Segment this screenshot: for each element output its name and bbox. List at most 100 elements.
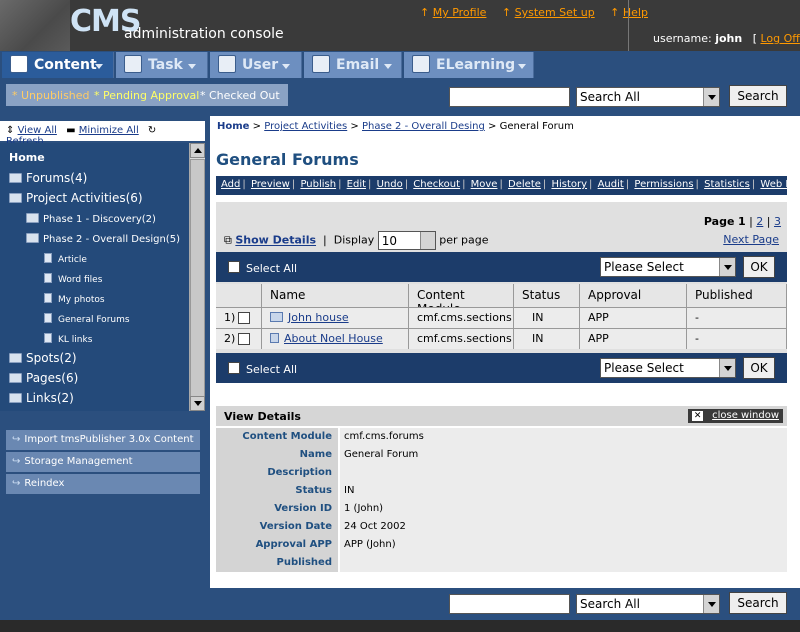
folder-open-icon [26, 213, 39, 223]
filter-unpublished[interactable]: * Unpublished [12, 89, 90, 102]
content-icon [10, 55, 28, 73]
action-delete[interactable]: Delete [508, 179, 541, 190]
tree-item-links[interactable]: Links(2) [9, 391, 74, 405]
scroll-up-icon[interactable] [190, 143, 205, 158]
col-content-module[interactable]: Content Module [409, 284, 514, 316]
tab-user[interactable]: User [210, 52, 302, 78]
minimize-all-link[interactable]: Minimize All [79, 125, 139, 136]
import-tmspublisher-button[interactable]: ↪ Import tmsPublisher 3.0x Content [6, 430, 200, 450]
search-button[interactable]: Search [729, 85, 787, 107]
display-count-select[interactable]: 10 [377, 231, 436, 250]
tab-elearning[interactable]: ELearning [404, 52, 534, 78]
filter-checked-out[interactable]: * Checked Out [200, 89, 280, 102]
tab-task[interactable]: Task [116, 52, 208, 78]
top-links: ↑ My Profile ↑ System Set up ↑ Help [420, 6, 648, 19]
breadcrumb-phase-2[interactable]: Phase 2 - Overall Desing [362, 121, 485, 132]
action-edit[interactable]: Edit [347, 179, 366, 190]
row-approval: APP [580, 307, 687, 328]
chevron-down-icon [518, 64, 526, 69]
page-link-3[interactable]: 3 [774, 215, 781, 228]
page-link-2[interactable]: 2 [756, 215, 763, 228]
tree-item-home[interactable]: Home [9, 151, 45, 164]
system-setup-link[interactable]: System Set up [515, 6, 595, 19]
action-add[interactable]: Add [221, 179, 240, 190]
breadcrumb-home[interactable]: Home [217, 121, 249, 132]
username: john [715, 32, 743, 45]
action-preview[interactable]: Preview [251, 179, 290, 190]
close-window-link[interactable]: close window [712, 410, 779, 421]
tree-item-kl-links[interactable]: KL links [44, 333, 92, 345]
bulk-ok-button[interactable]: OK [743, 357, 775, 379]
tree-item-project-activities[interactable]: Project Activities(6) [9, 191, 143, 205]
col-status[interactable]: Status [514, 284, 580, 307]
page-label: Page [703, 215, 735, 228]
chevron-down-icon [703, 595, 719, 613]
tree-item-phase-2[interactable]: Phase 2 - Overall Design(5) [26, 233, 180, 245]
detail-label: Approval APP [216, 536, 340, 554]
tree-item-word-files[interactable]: Word files [44, 273, 102, 285]
bulk-ok-button[interactable]: OK [743, 256, 775, 278]
status-filters: * Unpublished * Pending Approval * Check… [6, 84, 288, 106]
select-all-checkbox[interactable] [228, 261, 240, 273]
tree-links: ⇕ View All ▬ Minimize All ↻ Refresh [0, 121, 205, 147]
col-approval[interactable]: Approval [580, 284, 687, 307]
header-photo [0, 0, 70, 51]
tree-item-general-forums[interactable]: General Forums [44, 313, 130, 325]
next-page-link[interactable]: Next Page [723, 233, 779, 246]
tree-item-article[interactable]: Article [44, 253, 87, 265]
tree-item-pages[interactable]: Pages(6) [9, 371, 78, 385]
tab-content[interactable]: Content [2, 52, 114, 79]
search-scope-select[interactable]: Search All [576, 594, 720, 614]
tree-item-label: Links(2) [26, 391, 74, 405]
search-scope-select[interactable]: Search All [576, 87, 720, 107]
row-name-link[interactable]: John house [288, 311, 349, 324]
col-published[interactable]: Published [687, 284, 787, 307]
username-label: username: [653, 32, 712, 45]
search-input[interactable] [449, 594, 570, 614]
action-web-folder[interactable]: Web Folder [760, 179, 800, 190]
scroll-thumb[interactable] [190, 159, 205, 397]
elearning-icon [412, 55, 430, 73]
col-name[interactable]: Name [262, 284, 409, 307]
view-all-link[interactable]: View All [18, 125, 57, 136]
help-link[interactable]: Help [623, 6, 648, 19]
row-module: cmf.cms.sections [409, 328, 514, 349]
logoff-link[interactable]: Log Off [760, 32, 799, 45]
action-history[interactable]: History [551, 179, 587, 190]
storage-management-button[interactable]: ↪ Storage Management [6, 452, 200, 472]
tree-scrollbar[interactable] [189, 143, 205, 411]
chevron-down-icon [719, 258, 735, 276]
close-window-button[interactable]: ✕ close window [688, 409, 783, 423]
tree-item-forums[interactable]: Forums(4) [9, 171, 87, 185]
tree-item-my-photos[interactable]: My photos [44, 293, 105, 305]
action-permissions[interactable]: Permissions [634, 179, 693, 190]
action-publish[interactable]: Publish [300, 179, 336, 190]
reindex-button[interactable]: ↪ Reindex [6, 474, 200, 494]
row-checkbox[interactable] [238, 333, 250, 345]
action-checkout[interactable]: Checkout [413, 179, 460, 190]
bulk-action-select[interactable]: Please Select [600, 358, 736, 378]
scroll-down-icon[interactable] [190, 396, 205, 411]
task-icon [124, 55, 142, 73]
row-checkbox[interactable] [238, 312, 250, 324]
show-details-link[interactable]: Show Details [235, 234, 316, 247]
select-all-checkbox[interactable] [228, 362, 240, 374]
tab-email[interactable]: Email [304, 52, 402, 78]
action-audit[interactable]: Audit [598, 179, 624, 190]
tree-item-label: General Forums [58, 315, 130, 325]
tree-item-phase-1[interactable]: Phase 1 - Discovery(2) [26, 213, 156, 225]
tree-item-spots[interactable]: Spots(2) [9, 351, 77, 365]
search-input[interactable] [449, 87, 570, 107]
filter-pending-approval[interactable]: * Pending Approval [94, 89, 199, 102]
search-button[interactable]: Search [729, 592, 787, 614]
action-undo[interactable]: Undo [377, 179, 403, 190]
article-icon [44, 253, 52, 263]
action-move[interactable]: Move [471, 179, 498, 190]
main-tabs: Content Task User Email ELearning [0, 51, 800, 79]
my-profile-link[interactable]: My Profile [433, 6, 487, 19]
row-name-link[interactable]: About Noel House [284, 332, 383, 345]
bulk-action-select[interactable]: Please Select [600, 257, 736, 277]
tab-label: User [242, 57, 279, 73]
action-statistics[interactable]: Statistics [704, 179, 750, 190]
breadcrumb-project-activities[interactable]: Project Activities [264, 121, 347, 132]
